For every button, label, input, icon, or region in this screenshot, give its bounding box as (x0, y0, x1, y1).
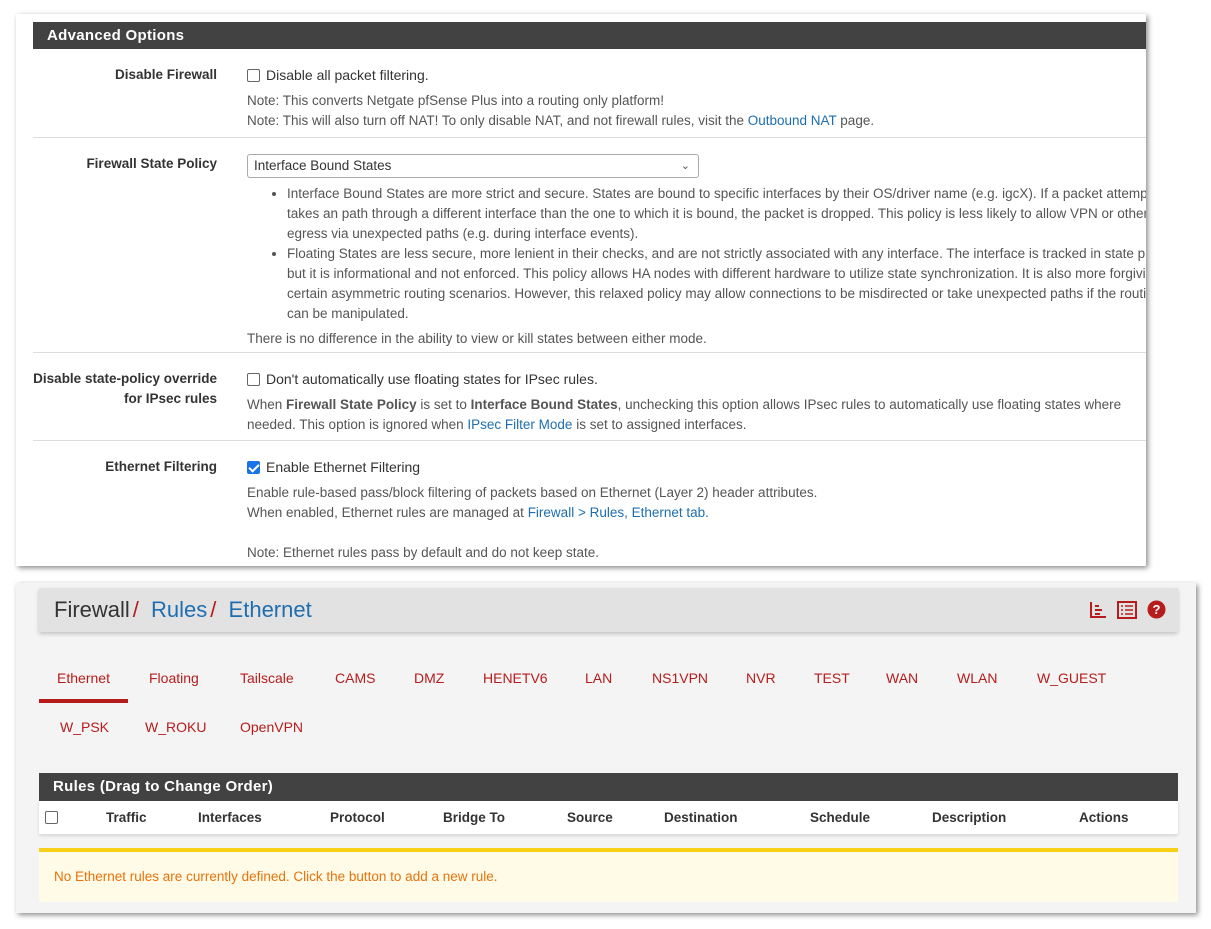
column-header: Source (567, 810, 613, 825)
tab-henetv6[interactable]: HENETV6 (483, 663, 548, 703)
rules-title: Rules (Drag to Change Order) (39, 773, 1178, 801)
table-header: Traffic Interfaces Protocol Bridge To So… (39, 801, 1178, 834)
firewall-rules-panel: Firewall / Rules / Ethernet ? Ethernet Flo… (16, 583, 1196, 913)
field-label: Ethernet Filtering (105, 459, 217, 474)
column-header: Schedule (810, 810, 871, 825)
row-ipsec-override: Disable state-policy override for IPsec … (33, 353, 1146, 441)
breadcrumb-separator: / (132, 597, 139, 622)
row-ethernet-filtering: Ethernet Filtering Enable Ethernet Filte… (33, 441, 1146, 566)
tab-tailscale[interactable]: Tailscale (240, 663, 294, 703)
ipsec-filter-mode-link[interactable]: IPsec Filter Mode (467, 417, 572, 432)
tab-test[interactable]: TEST (814, 663, 850, 703)
select-all-checkbox[interactable] (45, 811, 58, 824)
note: When enabled, Ethernet rules are managed… (247, 505, 528, 520)
column-header: Destination (664, 810, 738, 825)
column-header: Protocol (330, 810, 385, 825)
checkbox-checked-icon[interactable] (247, 461, 260, 474)
advanced-options-panel: Advanced Options Disable Firewall Disabl… (16, 14, 1146, 566)
field-label: Disable state-policy override for IPsec … (33, 371, 217, 406)
tab-ethernet[interactable]: Ethernet (39, 663, 128, 703)
tab-cams[interactable]: CAMS (335, 663, 375, 703)
rules-table: Rules (Drag to Change Order) Traffic Int… (39, 773, 1178, 834)
column-header: Interfaces (198, 810, 262, 825)
field-label: Disable Firewall (114, 67, 217, 82)
breadcrumb: Firewall / Rules / Ethernet ? (39, 588, 1178, 632)
selected-value: Interface Bound States (254, 158, 392, 173)
text: is set to assigned interfaces. (572, 417, 747, 432)
field-label: Firewall State Policy (86, 156, 217, 171)
ethernet-rules-link[interactable]: Firewall > Rules, Ethernet tab. (528, 505, 709, 520)
column-header: Description (932, 810, 1007, 825)
checkbox-label: Disable all packet filtering. (266, 67, 429, 83)
checkbox-label: Don't automatically use floating states … (266, 371, 598, 387)
list-item: Floating States are less secure, more le… (287, 244, 1146, 324)
list-item: Interface Bound States are more strict a… (287, 184, 1146, 244)
text: Interface Bound States (470, 397, 618, 412)
breadcrumb-ethernet[interactable]: Ethernet (229, 597, 312, 622)
checkbox-icon[interactable] (247, 373, 260, 386)
tab-dmz[interactable]: DMZ (414, 663, 444, 703)
tab-nvr[interactable]: NVR (746, 663, 776, 703)
chart-icon[interactable] (1089, 601, 1107, 619)
row-disable-firewall: Disable Firewall Disable all packet filt… (33, 49, 1146, 138)
breadcrumb-separator: / (210, 597, 217, 622)
note: Note: This will also turn off NAT! To on… (247, 113, 748, 128)
tab-wlan[interactable]: WLAN (957, 663, 997, 703)
checkbox-icon[interactable] (247, 69, 260, 82)
column-header: Bridge To (443, 810, 505, 825)
tab-openvpn[interactable]: OpenVPN (240, 712, 303, 752)
note: Enable rule-based pass/block filtering o… (247, 485, 818, 500)
ipsec-override-checkbox[interactable]: Don't automatically use floating states … (247, 371, 598, 387)
text: Firewall State Policy (286, 397, 417, 412)
note: There is no difference in the ability to… (247, 331, 707, 346)
text: When (247, 397, 287, 412)
help-icon[interactable]: ? (1147, 600, 1166, 619)
checkbox-label: Enable Ethernet Filtering (266, 459, 421, 475)
tab-wan[interactable]: WAN (886, 663, 918, 703)
state-policy-select[interactable]: Interface Bound States ⌄ (247, 154, 699, 178)
list-icon[interactable] (1117, 600, 1137, 619)
note: Note: Ethernet rules pass by default and… (247, 545, 599, 560)
tab-w-roku[interactable]: W_ROKU (145, 712, 206, 752)
text: is set to (416, 397, 471, 412)
tab-w-psk[interactable]: W_PSK (60, 712, 109, 752)
empty-rules-alert: No Ethernet rules are currently defined.… (39, 848, 1178, 902)
tab-lan[interactable]: LAN (585, 663, 612, 703)
disable-firewall-checkbox[interactable]: Disable all packet filtering. (247, 67, 429, 83)
policy-descriptions: Interface Bound States are more strict a… (287, 184, 1146, 324)
tab-ns1vpn[interactable]: NS1VPN (652, 663, 708, 703)
tab-w-guest[interactable]: W_GUEST (1037, 663, 1106, 703)
column-header: Actions (1079, 810, 1129, 825)
panel-title: Advanced Options (33, 22, 1146, 49)
breadcrumb-rules[interactable]: Rules (151, 597, 207, 622)
note: Note: This converts Netgate pfSense Plus… (247, 93, 664, 108)
chevron-down-icon: ⌄ (680, 160, 690, 172)
ethernet-filtering-checkbox[interactable]: Enable Ethernet Filtering (247, 459, 420, 475)
column-header: Traffic (106, 810, 147, 825)
note: page. (836, 113, 875, 128)
svg-text:?: ? (1153, 602, 1161, 617)
tab-floating[interactable]: Floating (149, 663, 199, 703)
outbound-nat-link[interactable]: Outbound NAT (748, 113, 837, 128)
breadcrumb-firewall: Firewall (54, 597, 130, 622)
row-state-policy: Firewall State Policy Interface Bound St… (33, 138, 1146, 353)
